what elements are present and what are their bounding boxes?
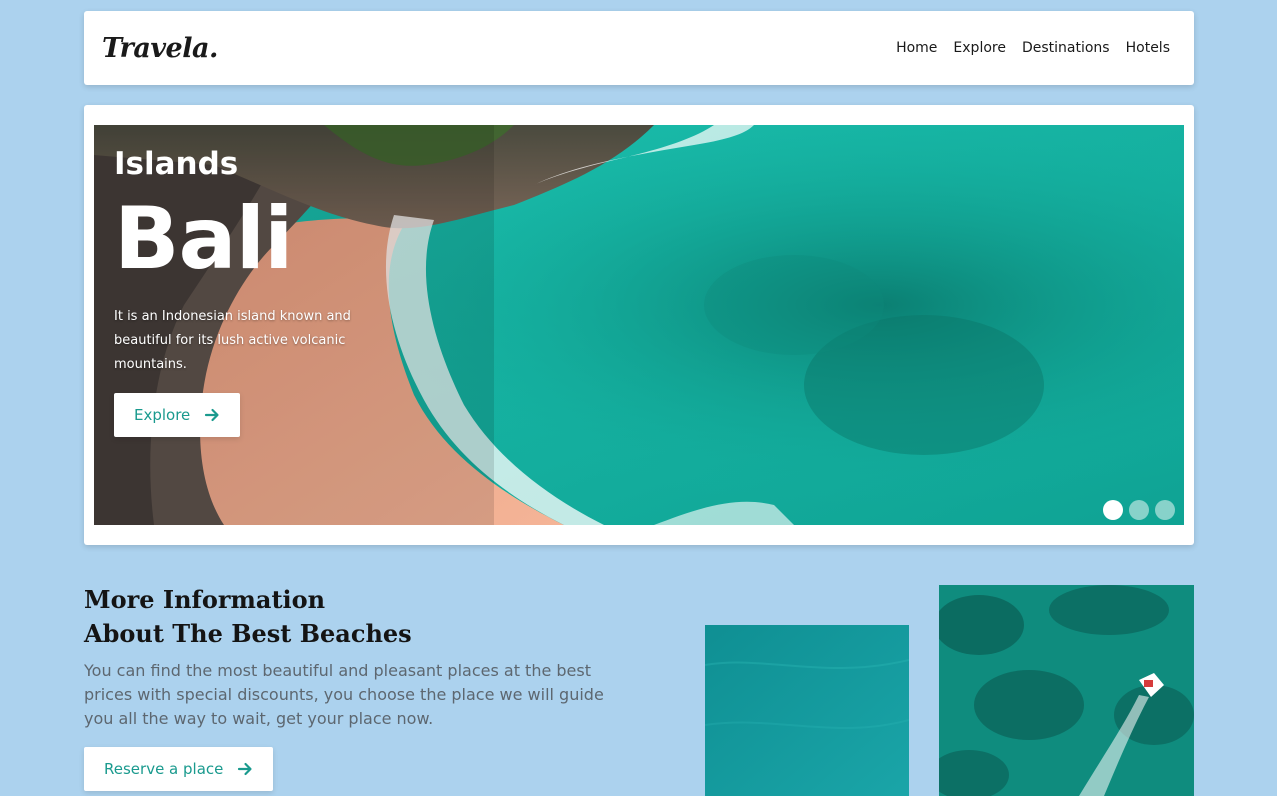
hero-card: Islands Bali It is an Indonesian island …	[84, 105, 1194, 545]
info-title: More Information About The Best Beaches	[84, 583, 644, 651]
hero-title: Bali	[114, 189, 294, 289]
info-section: More Information About The Best Beaches …	[84, 583, 644, 791]
hero-subtitle: Islands	[114, 146, 239, 182]
explore-button[interactable]: Explore	[114, 393, 241, 437]
info-title-line2: About The Best Beaches	[84, 619, 412, 648]
reserve-button-label: Reserve a place	[104, 760, 224, 778]
hero-description: It is an Indonesian island known and bea…	[114, 309, 351, 372]
arrow-right-icon	[205, 408, 219, 422]
reserve-button[interactable]: Reserve a place	[84, 747, 274, 791]
slider-dot-3[interactable]	[1155, 500, 1175, 520]
site-header: Travela. Home Explore Destinations Hotel…	[84, 11, 1194, 85]
main-nav: Home Explore Destinations Hotels	[896, 40, 1170, 56]
slider-dot-2[interactable]	[1129, 500, 1149, 520]
hero-slider: Islands Bali It is an Indonesian island …	[94, 125, 1184, 525]
nav-explore[interactable]: Explore	[953, 40, 1006, 56]
slider-dots	[1103, 500, 1175, 520]
ocean-photo	[705, 625, 909, 796]
hero-text: Islands Bali It is an Indonesian island …	[114, 145, 374, 377]
arrow-right-icon	[238, 762, 252, 776]
boat-reef-photo	[939, 585, 1194, 796]
info-title-line1: More Information	[84, 585, 326, 614]
info-description: You can find the most beautiful and plea…	[84, 661, 604, 728]
slider-dot-1[interactable]	[1103, 500, 1123, 520]
nav-hotels[interactable]: Hotels	[1126, 40, 1170, 56]
nav-home[interactable]: Home	[896, 40, 937, 56]
nav-destinations[interactable]: Destinations	[1022, 40, 1110, 56]
logo[interactable]: Travela.	[102, 33, 218, 64]
explore-button-label: Explore	[134, 406, 191, 424]
